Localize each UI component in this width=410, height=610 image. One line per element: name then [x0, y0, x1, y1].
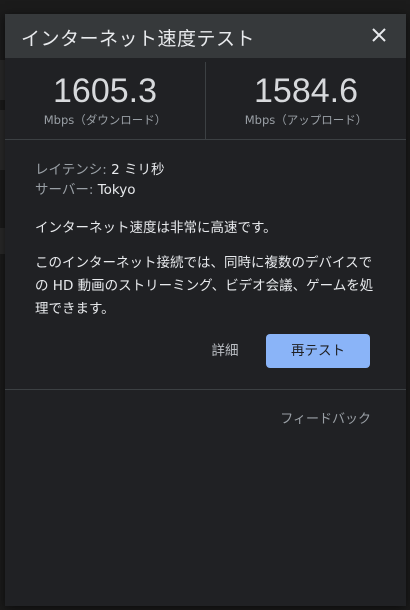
latency-label: レイテンシ: [35, 162, 112, 178]
download-speed-value: 1605.3 [53, 72, 157, 110]
feedback-link[interactable]: フィードバック [280, 408, 371, 427]
close-button[interactable] [366, 22, 392, 48]
footer-divider [5, 389, 406, 390]
upload-speed-value: 1584.6 [254, 72, 358, 110]
server-value: Tokyo [97, 182, 136, 198]
speed-description: このインターネット接続では、同時に複数のデバイスでの HD 動画のストリーミング… [35, 255, 374, 317]
server-line: サーバー: Tokyo [35, 180, 385, 200]
close-icon [372, 28, 386, 42]
speed-test-dialog: インターネット速度テスト 1605.3 Mbps（ダウンロード） 1584.6 … [5, 14, 406, 606]
dialog-title: インターネット速度テスト [21, 28, 256, 50]
download-result: 1605.3 Mbps（ダウンロード） [5, 58, 205, 139]
retest-button[interactable]: 再テスト [266, 334, 370, 368]
dialog-header: インターネット速度テスト [5, 14, 406, 58]
upload-speed-unit: Mbps（アップロード） [244, 113, 368, 127]
latency-line: レイテンシ: 2 ミリ秒 [35, 160, 385, 180]
server-label: サーバー: [35, 182, 98, 198]
latency-value: 2 ミリ秒 [111, 162, 165, 178]
upload-result: 1584.6 Mbps（アップロード） [206, 58, 406, 139]
details-button[interactable]: 詳細 [201, 336, 249, 366]
download-speed-unit: Mbps（ダウンロード） [43, 113, 167, 127]
speed-results: 1605.3 Mbps（ダウンロード） 1584.6 Mbps（アップロード） [5, 58, 406, 140]
speed-summary: インターネット速度は非常に高速です。 [35, 220, 277, 236]
result-details: レイテンシ: 2 ミリ秒 サーバー: Tokyo インターネット速度は非常に高速… [35, 160, 385, 321]
